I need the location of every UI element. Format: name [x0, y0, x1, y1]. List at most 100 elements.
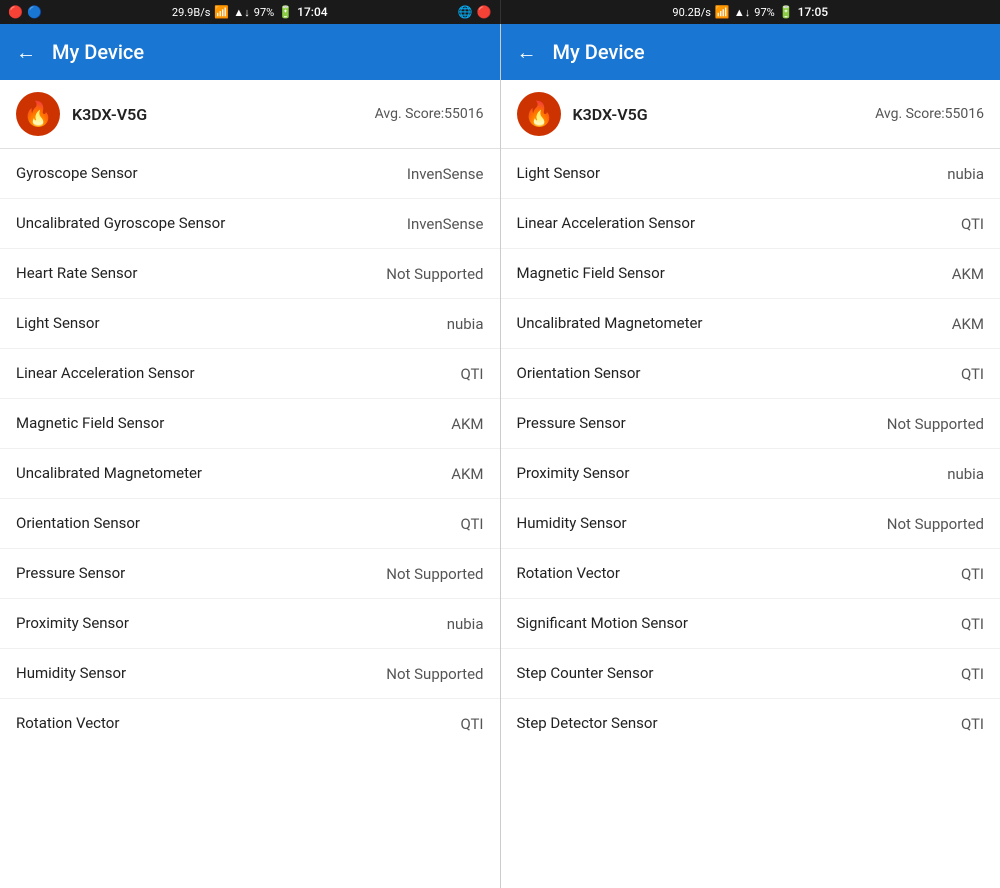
- sensor-value: AKM: [952, 315, 984, 333]
- left-device-name: K3DX-V5G: [72, 105, 375, 124]
- sensor-name: Pressure Sensor: [517, 414, 879, 434]
- right-phone-panel: ← My Device 🔥 K3DX-V5G Avg. Score:55016 …: [501, 24, 1000, 888]
- sensor-value: Not Supported: [887, 515, 984, 533]
- sensor-name: Linear Acceleration Sensor: [517, 214, 953, 234]
- sensor-name: Uncalibrated Gyroscope Sensor: [16, 214, 399, 234]
- sensor-row: Orientation SensorQTI: [0, 499, 500, 549]
- right-device-info: 🔥 K3DX-V5G Avg. Score:55016: [501, 80, 1000, 149]
- left-back-button[interactable]: ←: [16, 40, 36, 65]
- sensor-row: Light Sensor nubia: [0, 299, 500, 349]
- right-header-title: My Device: [553, 40, 645, 64]
- status-bar-right-center: 90.2B/s 📶 ▲↓ 97% 🔋 17:05: [672, 5, 828, 19]
- battery-pct-left: 97%: [254, 6, 274, 19]
- sensor-row: Humidity Sensor Not Supported: [0, 649, 500, 699]
- wifi-icon-left: 📶: [214, 5, 229, 19]
- sensor-name: Linear Acceleration Sensor: [16, 364, 452, 384]
- status-icon-globe: 🌐: [458, 5, 473, 19]
- sensor-name: Heart Rate Sensor: [16, 264, 378, 284]
- sensor-value: nubia: [447, 315, 484, 333]
- left-phone-panel: ← My Device 🔥 K3DX-V5G Avg. Score:55016 …: [0, 24, 501, 888]
- right-device-name: K3DX-V5G: [573, 105, 876, 124]
- sensor-row: Proximity Sensornubia: [0, 599, 500, 649]
- sensor-value: QTI: [961, 365, 984, 383]
- right-device-icon: 🔥: [517, 92, 561, 136]
- status-bar-left-icons: 🔴 🔵: [8, 5, 42, 19]
- left-header-title: My Device: [52, 40, 144, 64]
- time-left: 17:04: [297, 5, 327, 19]
- sensor-row: Uncalibrated Gyroscope Sensor InvenSense: [0, 199, 500, 249]
- sensor-row: Humidity SensorNot Supported: [501, 499, 1000, 549]
- sensor-row: Step Detector Sensor QTI: [501, 699, 1000, 749]
- sensor-name: Rotation Vector: [16, 714, 452, 734]
- sensor-row: Step Counter Sensor QTI: [501, 649, 1000, 699]
- sensor-value: AKM: [952, 265, 984, 283]
- status-bar-left-center: 29.9B/s 📶 ▲↓ 97% 🔋 17:04: [172, 5, 328, 19]
- sensor-row: Light Sensor nubia: [501, 149, 1000, 199]
- sensor-row: Proximity Sensornubia: [501, 449, 1000, 499]
- sensor-row: Heart Rate Sensor Not Supported: [0, 249, 500, 299]
- sensor-name: Light Sensor: [16, 314, 439, 334]
- sensor-row: Gyroscope Sensor InvenSense: [0, 149, 500, 199]
- left-app-header: ← My Device: [0, 24, 500, 80]
- sensor-name: Humidity Sensor: [16, 664, 378, 684]
- sensor-row: Rotation Vector QTI: [501, 549, 1000, 599]
- left-device-info: 🔥 K3DX-V5G Avg. Score:55016: [0, 80, 500, 149]
- status-icon-flame: 🔴: [477, 5, 492, 19]
- sensor-value: QTI: [961, 215, 984, 233]
- battery-pct-right: 97%: [754, 6, 774, 19]
- sensor-value: QTI: [460, 715, 483, 733]
- battery-icon-right: 🔋: [779, 5, 794, 19]
- sensor-name: Magnetic Field Sensor: [16, 414, 443, 434]
- status-bar-container: 🔴 🔵 29.9B/s 📶 ▲↓ 97% 🔋 17:04 🌐 🔴 90.2B/s…: [0, 0, 1000, 24]
- right-back-button[interactable]: ←: [517, 40, 537, 65]
- sensor-name: Proximity Sensor: [517, 464, 940, 484]
- wifi-icon-right: 📶: [715, 5, 730, 19]
- signal-icon-right: ▲↓: [734, 6, 750, 19]
- sensor-value: Not Supported: [887, 415, 984, 433]
- sensor-value: Not Supported: [386, 665, 483, 683]
- sensor-row: Pressure Sensor Not Supported: [501, 399, 1000, 449]
- sensor-value: InvenSense: [407, 215, 484, 233]
- sensor-row: Magnetic Field Sensor AKM: [501, 249, 1000, 299]
- time-right: 17:05: [798, 5, 828, 19]
- right-sensor-list[interactable]: Light Sensor nubia Linear Acceleration Sen…: [501, 149, 1000, 888]
- sensor-value: QTI: [961, 565, 984, 583]
- sensor-value: QTI: [460, 365, 483, 383]
- sensor-value: nubia: [947, 165, 984, 183]
- network-speed-left: 29.9B/s: [172, 6, 211, 19]
- status-bar-left: 🔴 🔵 29.9B/s 📶 ▲↓ 97% 🔋 17:04 🌐 🔴: [0, 0, 500, 24]
- sensor-value: AKM: [451, 415, 483, 433]
- sensor-name: Gyroscope Sensor: [16, 164, 399, 184]
- sensor-name: Step Detector Sensor: [517, 714, 953, 734]
- sensor-name: Light Sensor: [517, 164, 940, 184]
- sensor-row: Rotation Vector QTI: [0, 699, 500, 749]
- sensor-row: Uncalibrated Magnetometer AKM: [501, 299, 1000, 349]
- sensor-value: QTI: [961, 665, 984, 683]
- app-icon-blue: 🔵: [27, 5, 42, 19]
- main-container: ← My Device 🔥 K3DX-V5G Avg. Score:55016 …: [0, 24, 1000, 888]
- sensor-value: InvenSense: [407, 165, 484, 183]
- network-speed-right: 90.2B/s: [672, 6, 711, 19]
- right-app-header: ← My Device: [501, 24, 1000, 80]
- sensor-name: Step Counter Sensor: [517, 664, 953, 684]
- sensor-row: Magnetic Field Sensor AKM: [0, 399, 500, 449]
- battery-icon-left: 🔋: [278, 5, 293, 19]
- sensor-name: Uncalibrated Magnetometer: [16, 464, 443, 484]
- sensor-row: Linear Acceleration Sensor QTI: [501, 199, 1000, 249]
- left-device-icon: 🔥: [16, 92, 60, 136]
- sensor-name: Rotation Vector: [517, 564, 953, 584]
- status-bar-left-right-icons: 🌐 🔴: [458, 5, 492, 19]
- sensor-name: Orientation Sensor: [16, 514, 452, 534]
- left-sensor-list[interactable]: Gyroscope SensorInvenSenseUncalibrated G…: [0, 149, 500, 888]
- sensor-name: Magnetic Field Sensor: [517, 264, 944, 284]
- sensor-row: Linear Acceleration Sensor QTI: [0, 349, 500, 399]
- sensor-value: QTI: [961, 715, 984, 733]
- sensor-name: Proximity Sensor: [16, 614, 439, 634]
- sensor-value: QTI: [961, 615, 984, 633]
- sensor-row: Orientation Sensor QTI: [501, 349, 1000, 399]
- sensor-value: Not Supported: [386, 565, 483, 583]
- sensor-name: Orientation Sensor: [517, 364, 953, 384]
- sensor-name: Significant Motion Sensor: [517, 614, 953, 634]
- sensor-name: Uncalibrated Magnetometer: [517, 314, 944, 334]
- sensor-value: Not Supported: [386, 265, 483, 283]
